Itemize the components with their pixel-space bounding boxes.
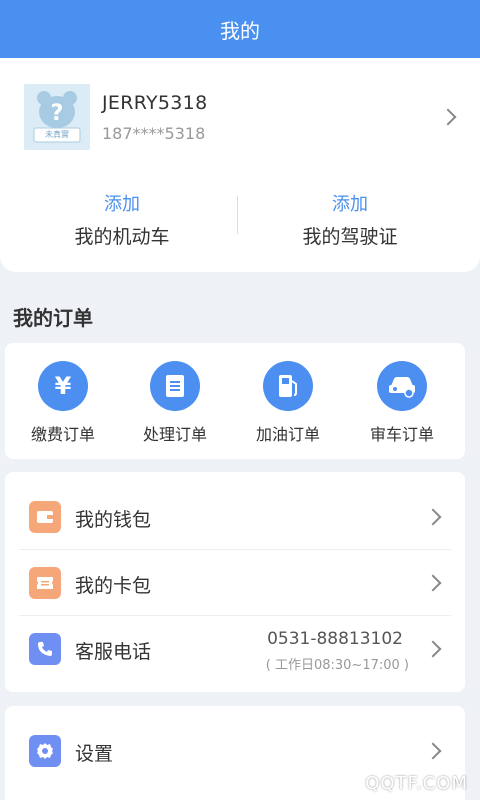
- profile-card[interactable]: ? 未真實 JERRY5318 187****5318 添加 我的机动车 添加 …: [0, 58, 480, 272]
- watermark: QQTF.COM: [365, 773, 468, 794]
- avatar-badge: 未真實: [45, 130, 69, 139]
- ticket-icon: [29, 567, 61, 599]
- chevron-right-icon: [424, 640, 442, 658]
- service-hours: ( 工作日08:30~17:00 ): [265, 658, 409, 673]
- order-inspection[interactable]: 审车订单: [352, 361, 452, 445]
- chevron-right-icon: [424, 742, 442, 760]
- add-license-button[interactable]: 添加 我的驾驶证: [250, 190, 450, 249]
- menu-item-wallet[interactable]: 我的钱包: [5, 484, 465, 550]
- app-bar: 我的: [0, 0, 480, 58]
- username: JERRY5318: [102, 92, 208, 114]
- order-processing[interactable]: 处理订单: [125, 361, 225, 445]
- menu-label-cards: 我的卡包: [75, 575, 152, 597]
- phone-icon: [29, 633, 61, 665]
- avatar[interactable]: ? 未真實: [24, 84, 90, 150]
- order-payment-label: 缴费订单: [30, 425, 95, 444]
- gear-icon: [29, 735, 61, 767]
- menu-label-settings: 设置: [75, 743, 114, 765]
- phone-number: 187****5318: [102, 124, 206, 143]
- order-fuel[interactable]: 加油订单: [238, 361, 338, 445]
- order-payment[interactable]: ¥ 缴费订单: [13, 361, 113, 445]
- menu-card: 我的钱包 我的卡包 客服电话 0531-88813102 ( 工作日08:30~…: [5, 472, 465, 692]
- add-license-label: 我的驾驶证: [302, 226, 398, 248]
- chevron-right-icon[interactable]: [439, 108, 457, 126]
- add-vehicle-label: 我的机动车: [74, 226, 170, 248]
- fuel-pump-icon: [263, 361, 313, 411]
- orders-section-title: 我的订单: [13, 306, 93, 330]
- chevron-right-icon: [424, 508, 442, 526]
- menu-item-service[interactable]: 客服电话 0531-88813102 ( 工作日08:30~17:00 ): [5, 616, 465, 682]
- page-title: 我的: [220, 18, 260, 43]
- svg-text:?: ?: [51, 101, 64, 126]
- add-vehicle-button[interactable]: 添加 我的机动车: [22, 190, 222, 249]
- chevron-right-icon: [424, 574, 442, 592]
- order-inspection-label: 审车订单: [369, 425, 434, 444]
- order-processing-label: 处理订单: [142, 425, 207, 444]
- document-icon: [150, 361, 200, 411]
- add-license-action: 添加: [332, 194, 368, 215]
- menu-label-wallet: 我的钱包: [75, 509, 152, 531]
- wallet-icon: [29, 501, 61, 533]
- service-phone-number[interactable]: 0531-88813102: [267, 629, 403, 649]
- divider: [237, 196, 238, 234]
- yuan-icon: ¥: [38, 361, 88, 411]
- order-fuel-label: 加油订单: [255, 425, 320, 444]
- add-vehicle-action: 添加: [104, 194, 140, 215]
- menu-item-cards[interactable]: 我的卡包: [5, 550, 465, 616]
- car-inspection-icon: [377, 361, 427, 411]
- menu-label-service: 客服电话: [75, 641, 152, 663]
- orders-card: ¥ 缴费订单 处理订单 加油订单 审车订单: [5, 343, 465, 459]
